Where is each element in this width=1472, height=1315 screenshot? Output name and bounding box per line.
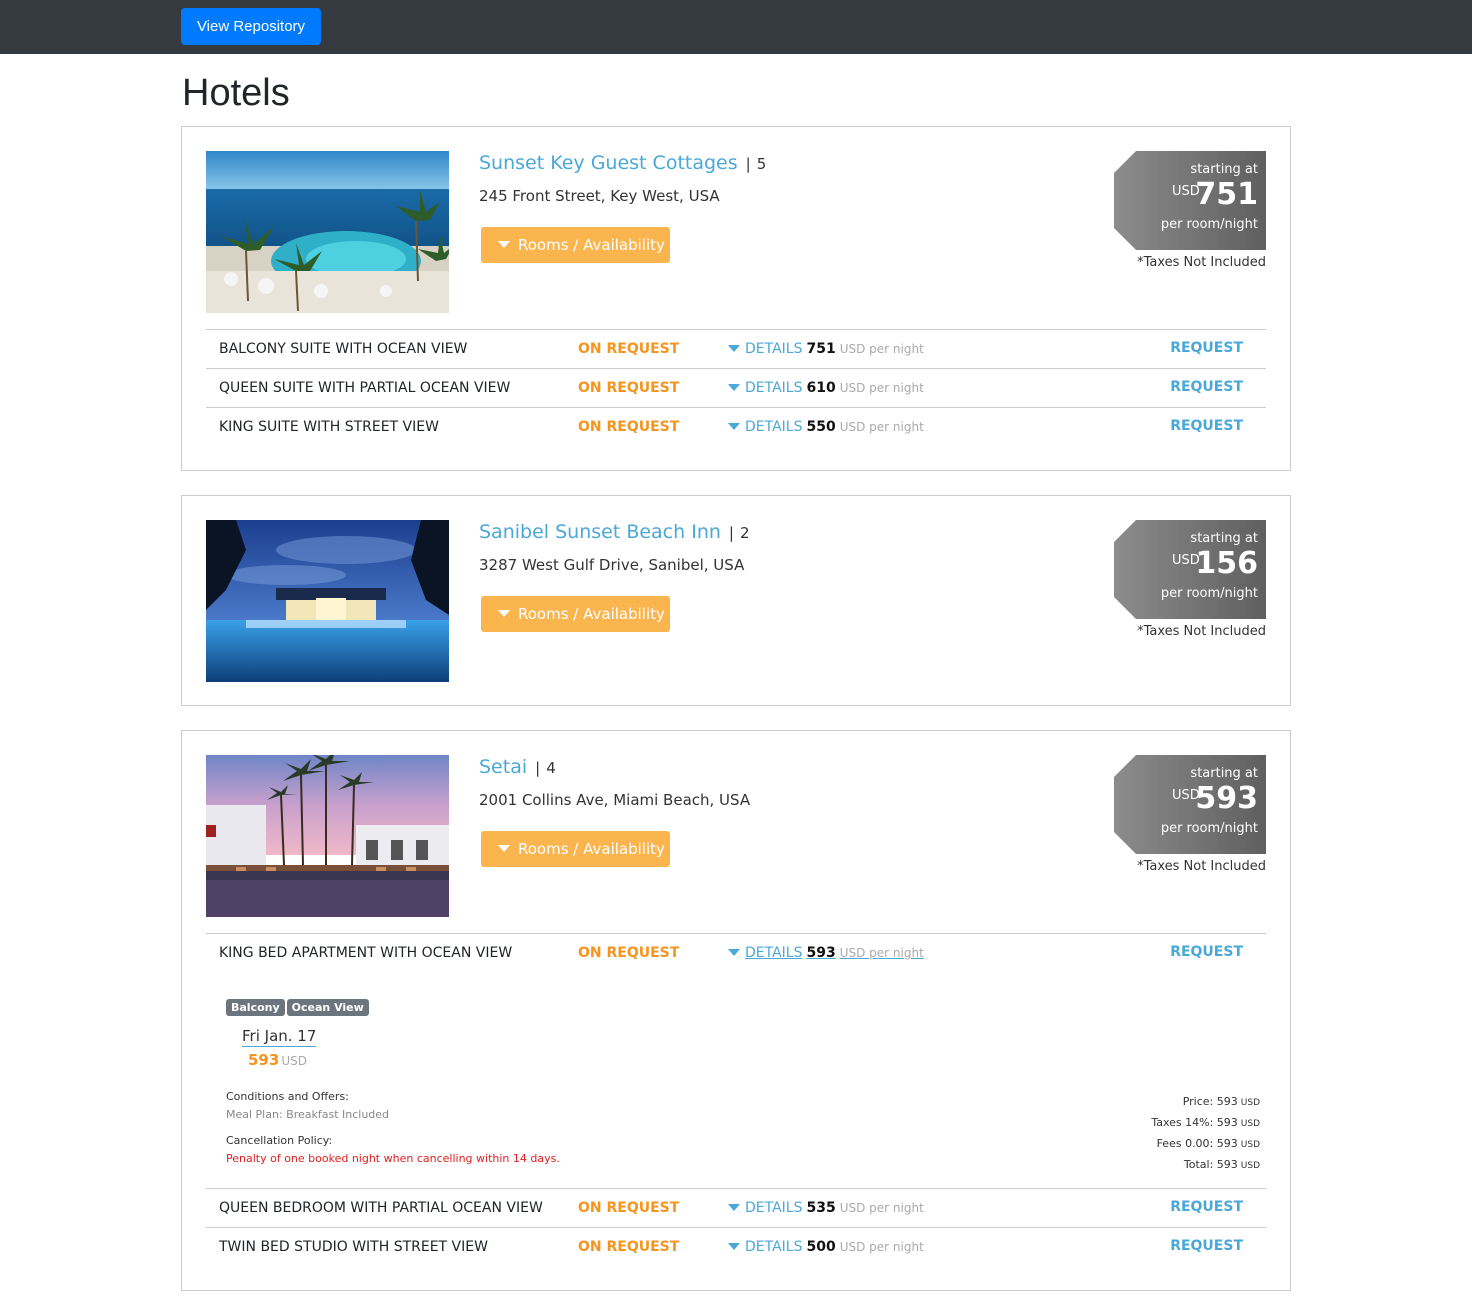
request-button[interactable]: REQUEST bbox=[1170, 1199, 1243, 1215]
rooms-availability-button[interactable]: Rooms / Availability bbox=[481, 227, 670, 263]
room-name: QUEEN BEDROOM WITH PARTIAL OCEAN VIEW bbox=[219, 1200, 543, 1216]
room-status: ON REQUEST bbox=[578, 341, 680, 357]
total-line: Total: 593 USD bbox=[1183, 1158, 1260, 1171]
amenity-badges: Balcony Ocean View bbox=[226, 996, 371, 1016]
hotel-name[interactable]: Setai | 4 bbox=[479, 756, 556, 778]
room-status: ON REQUEST bbox=[578, 380, 680, 396]
room-name: BALCONY SUITE WITH OCEAN VIEW bbox=[219, 341, 468, 357]
hotel-image bbox=[206, 755, 449, 917]
request-button[interactable]: REQUEST bbox=[1170, 944, 1243, 960]
starting-price: 751 bbox=[1195, 177, 1258, 212]
room-status: ON REQUEST bbox=[578, 419, 680, 435]
caret-down-icon bbox=[728, 1242, 740, 1250]
request-button[interactable]: REQUEST bbox=[1170, 1238, 1243, 1254]
cancellation-label: Cancellation Policy: bbox=[226, 1134, 333, 1147]
conditions-label: Conditions and Offers: bbox=[226, 1090, 349, 1103]
room-name: KING BED APARTMENT WITH OCEAN VIEW bbox=[219, 945, 513, 961]
room-name: TWIN BED STUDIO WITH STREET VIEW bbox=[219, 1239, 488, 1255]
rooms-availability-button[interactable]: Rooms / Availability bbox=[481, 596, 670, 632]
room-details-panel: Balcony Ocean View Fri Jan. 17 593 USD Con… bbox=[206, 972, 1266, 1188]
starting-price: 593 bbox=[1195, 781, 1258, 816]
hotel-stars: 2 bbox=[739, 524, 750, 542]
hotel-card: Sunset Key Guest Cottages | 5 245 Front St… bbox=[181, 126, 1291, 471]
price-line: Price: 593 USD bbox=[1182, 1095, 1260, 1108]
caret-down-icon bbox=[728, 383, 740, 391]
hotel-address: 2001 Collins Ave, Miami Beach, USA bbox=[479, 791, 751, 809]
hotel-card: Setai | 4 2001 Collins Ave, Miami Beach, U… bbox=[181, 730, 1291, 1291]
price-tag: starting at USD 156 per room/night bbox=[1114, 520, 1266, 619]
details-toggle[interactable]: DETAILS 550 USD per night bbox=[728, 419, 924, 435]
meal-plan: Meal Plan: Breakfast Included bbox=[226, 1108, 390, 1121]
amenity-badge: Balcony bbox=[226, 999, 285, 1016]
request-button[interactable]: REQUEST bbox=[1170, 340, 1243, 356]
caret-down-icon bbox=[498, 845, 510, 852]
caret-down-icon bbox=[498, 610, 510, 617]
room-list: KING BED APARTMENT WITH OCEAN VIEW ON RE… bbox=[206, 933, 1266, 1266]
amenity-badge: Ocean View bbox=[286, 999, 369, 1016]
hotel-address: 3287 West Gulf Drive, Sanibel, USA bbox=[479, 556, 745, 574]
request-button[interactable]: REQUEST bbox=[1170, 379, 1243, 395]
details-toggle[interactable]: DETAILS 610 USD per night bbox=[728, 380, 924, 396]
taxes-line: Taxes 14%: 593 USD bbox=[1151, 1116, 1260, 1129]
hotel-name[interactable]: Sunset Key Guest Cottages | 5 bbox=[479, 152, 766, 174]
room-row: QUEEN SUITE WITH PARTIAL OCEAN VIEW ON R… bbox=[206, 368, 1266, 407]
caret-down-icon bbox=[728, 422, 740, 430]
hotel-stars: 5 bbox=[756, 155, 767, 173]
room-name: KING SUITE WITH STREET VIEW bbox=[219, 419, 439, 435]
stay-date[interactable]: Fri Jan. 17 bbox=[242, 1027, 317, 1047]
hotel-card: Sanibel Sunset Beach Inn | 2 3287 West Gul… bbox=[181, 495, 1291, 706]
hotel-image bbox=[206, 520, 449, 682]
room-row: QUEEN BEDROOM WITH PARTIAL OCEAN VIEW ON… bbox=[206, 1188, 1266, 1227]
hotel-image bbox=[206, 151, 449, 313]
details-toggle[interactable]: DETAILS 535 USD per night bbox=[728, 1200, 924, 1216]
hotel-stars: 4 bbox=[546, 759, 556, 777]
view-repository-button[interactable]: View Repository bbox=[181, 8, 321, 45]
hotel-address: 245 Front Street, Key West, USA bbox=[479, 187, 720, 205]
date-price: 593 USD bbox=[248, 1051, 307, 1069]
rooms-availability-button[interactable]: Rooms / Availability bbox=[481, 831, 670, 867]
navbar: View Repository bbox=[0, 0, 1472, 54]
price-tag: starting at USD 751 per room/night bbox=[1114, 151, 1266, 250]
hotel-name[interactable]: Sanibel Sunset Beach Inn | 2 bbox=[479, 521, 750, 543]
details-toggle[interactable]: DETAILS 593 USD per night bbox=[728, 945, 924, 961]
room-status: ON REQUEST bbox=[578, 945, 680, 961]
caret-down-icon bbox=[498, 241, 510, 248]
details-toggle[interactable]: DETAILS 500 USD per night bbox=[728, 1239, 924, 1255]
taxes-note: *Taxes Not Included bbox=[1137, 859, 1266, 874]
room-status: ON REQUEST bbox=[578, 1239, 680, 1255]
caret-down-icon bbox=[728, 948, 740, 956]
price-breakdown: Price: 593 USD Taxes 14%: 593 USD Fees 0.0… bbox=[1151, 1092, 1260, 1176]
room-row: KING BED APARTMENT WITH OCEAN VIEW ON RE… bbox=[206, 933, 1266, 972]
request-button[interactable]: REQUEST bbox=[1170, 418, 1243, 434]
room-status: ON REQUEST bbox=[578, 1200, 680, 1216]
room-list: BALCONY SUITE WITH OCEAN VIEW ON REQUEST… bbox=[206, 329, 1266, 446]
starting-price: 156 bbox=[1195, 546, 1258, 581]
room-row: TWIN BED STUDIO WITH STREET VIEW ON REQU… bbox=[206, 1227, 1266, 1266]
caret-down-icon bbox=[728, 1203, 740, 1211]
details-toggle[interactable]: DETAILS 751 USD per night bbox=[728, 341, 924, 357]
room-name: QUEEN SUITE WITH PARTIAL OCEAN VIEW bbox=[219, 380, 511, 396]
cancellation-penalty: Penalty of one booked night when cancell… bbox=[226, 1152, 560, 1165]
fees-line: Fees 0.00: 593 USD bbox=[1156, 1137, 1260, 1150]
room-row: BALCONY SUITE WITH OCEAN VIEW ON REQUEST… bbox=[206, 329, 1266, 368]
price-tag: starting at USD 593 per room/night bbox=[1114, 755, 1266, 854]
taxes-note: *Taxes Not Included bbox=[1137, 255, 1266, 270]
page-title: Hotels bbox=[182, 72, 290, 114]
caret-down-icon bbox=[728, 344, 740, 352]
room-row: KING SUITE WITH STREET VIEW ON REQUEST D… bbox=[206, 407, 1266, 446]
taxes-note: *Taxes Not Included bbox=[1137, 624, 1266, 639]
